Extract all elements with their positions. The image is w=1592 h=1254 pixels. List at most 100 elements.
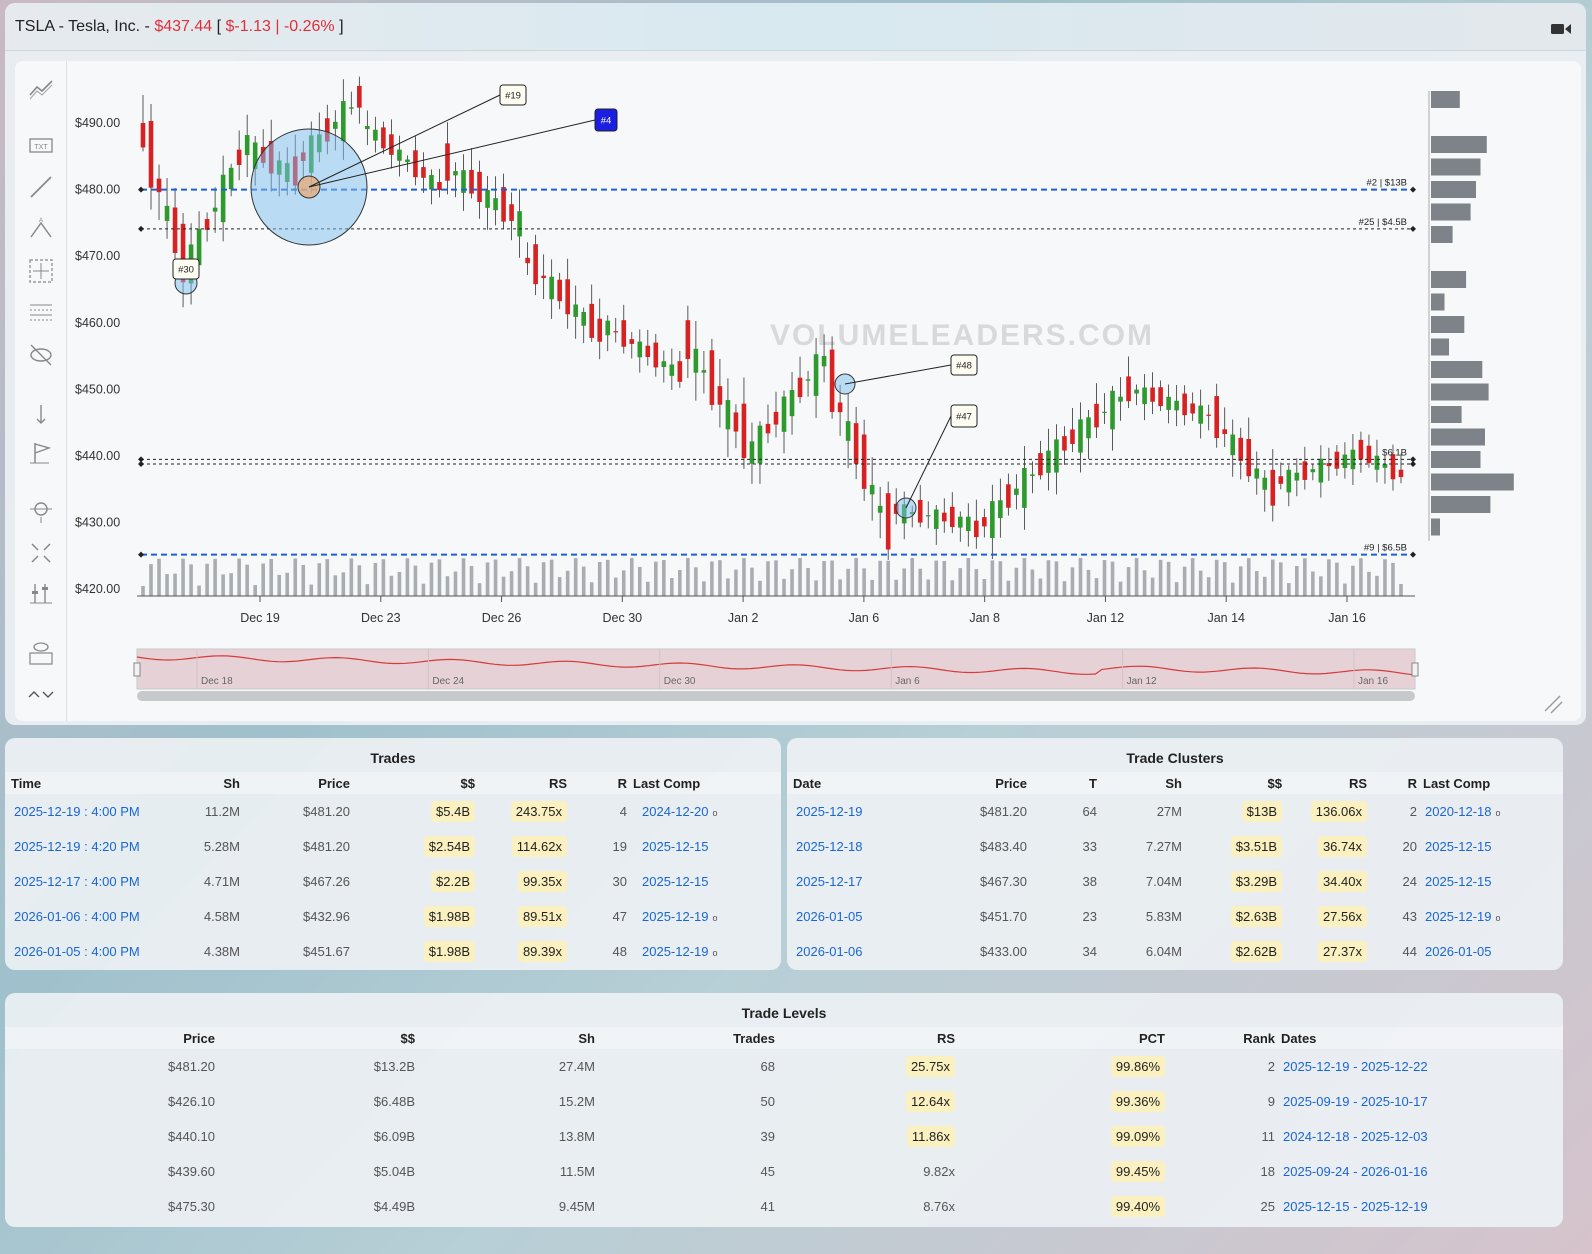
cluster-last-comp[interactable]: 2025-12-19 (1425, 909, 1492, 924)
col-last-comp[interactable]: Last Comp (627, 772, 781, 794)
cluster-last-comp-cell: 2025-12-15 (1417, 864, 1563, 899)
cluster-rank: 43 (1402, 909, 1417, 924)
trade-dollars: $2.54B (423, 836, 475, 857)
col-sh[interactable]: Sh (1097, 772, 1182, 794)
col-sh[interactable]: Sh (415, 1027, 595, 1049)
video-camera-icon[interactable] (1550, 21, 1572, 37)
volume-profile-bar (1431, 203, 1471, 221)
col-rs[interactable]: RS (775, 1027, 955, 1049)
cluster-row[interactable]: 2026-01-06 $433.00 34 6.04M $2.62B 27.37x 44 20… (787, 934, 1563, 969)
trade-time[interactable]: 2025-12-19 : 4:20 PM (14, 839, 140, 854)
col-price[interactable]: Price (5, 1027, 215, 1049)
close-bracket: ] (339, 18, 344, 35)
cluster-date[interactable]: 2025-12-19 (796, 804, 863, 819)
col-pct[interactable]: PCT (955, 1027, 1165, 1049)
resize-handle-icon[interactable] (1544, 695, 1563, 714)
trade-last-comp[interactable]: 2024-12-20 (642, 804, 709, 819)
cluster-last-comp[interactable]: 2026-01-05 (1425, 944, 1492, 959)
trade-row[interactable]: 2026-01-06 : 4:00 PM 4.58M $432.96 $1.98B 89… (5, 899, 781, 934)
col-time[interactable]: Time (5, 772, 155, 794)
level-row[interactable]: $440.10 $6.09B 13.8M 39 11.86x 99.09% 11 2024-1… (5, 1119, 1563, 1154)
col-trades[interactable]: Trades (595, 1027, 775, 1049)
navigator-handle-left[interactable] (133, 662, 141, 677)
col-rs[interactable]: RS (475, 772, 567, 794)
level-rank-cell: 25 (1165, 1189, 1275, 1224)
cluster-row[interactable]: 2025-12-19 $481.20 64 27M $13B 136.06x 2 2020-1… (787, 794, 1563, 829)
trade-time-cell: 2026-01-05 : 4:00 PM (5, 934, 155, 969)
col-date[interactable]: Date (787, 772, 927, 794)
trade-last-comp[interactable]: 2025-12-15 (642, 874, 709, 889)
volume-bar (477, 583, 482, 596)
col-price[interactable]: Price (927, 772, 1027, 794)
volume-bar (1182, 566, 1187, 596)
level-rank: 2 (1267, 1059, 1275, 1074)
trade-row[interactable]: 2025-12-19 : 4:00 PM 11.2M $481.20 $5.4B 243… (5, 794, 781, 829)
level-dates[interactable]: 2025-12-19 - 2025-12-22 (1283, 1059, 1428, 1074)
price-chart[interactable]: TXT A VOLUMELEADERS.COM $490.00 $480.00 $4… (15, 61, 1581, 721)
volume-bar (1046, 560, 1051, 596)
level-dates[interactable]: 2024-12-18 - 2025-12-03 (1283, 1129, 1428, 1144)
col-rank[interactable]: Rank (1165, 1027, 1275, 1049)
cluster-last-comp[interactable]: 2020-12-18 (1425, 804, 1492, 819)
trade-time[interactable]: 2025-12-19 : 4:00 PM (14, 804, 140, 819)
col-rs[interactable]: RS (1282, 772, 1367, 794)
cluster-row[interactable]: 2025-12-17 $467.30 38 7.04M $3.29B 34.40x 24 20… (787, 864, 1563, 899)
cluster-row[interactable]: 2025-12-18 $483.40 33 7.27M $3.51B 36.74x 20 20… (787, 829, 1563, 864)
candle-body (925, 515, 931, 517)
col-t[interactable]: T (1027, 772, 1097, 794)
candle-body (749, 441, 755, 464)
candlestick-chart[interactable]: $490.00 $480.00 $470.00 $460.00 $450.00 $440.… (15, 61, 1581, 721)
col-dollars[interactable]: $$ (1182, 772, 1282, 794)
trade-row[interactable]: 2025-12-19 : 4:20 PM 5.28M $481.20 $2.54B 11… (5, 829, 781, 864)
level-row[interactable]: $475.30 $4.49B 9.45M 41 8.76x 99.40% 25 2025-12… (5, 1189, 1563, 1224)
col-dollars[interactable]: $$ (215, 1027, 415, 1049)
candle-body (1022, 468, 1027, 508)
trade-row[interactable]: 2025-12-17 : 4:00 PM 4.71M $467.26 $2.2B 99.… (5, 864, 781, 899)
navigator-scrollbar[interactable] (137, 691, 1415, 701)
level-price-cell: $426.10 (5, 1084, 215, 1119)
trade-last-comp[interactable]: 2025-12-19 (642, 909, 709, 924)
cluster-date[interactable]: 2026-01-05 (796, 909, 863, 924)
col-sh[interactable]: Sh (155, 772, 240, 794)
candle-body (941, 512, 947, 522)
trade-shares-cell: 4.38M (155, 934, 240, 969)
trade-dollars: $5.4B (431, 801, 475, 822)
trade-row[interactable]: 2026-01-05 : 4:00 PM 4.38M $451.67 $1.98B 89… (5, 934, 781, 969)
volume-bar (822, 561, 826, 596)
level-row[interactable]: $439.60 $5.04B 11.5M 45 9.82x 99.45% 18 2025-09… (5, 1154, 1563, 1189)
trade-last-comp[interactable]: 2025-12-15 (642, 839, 709, 854)
level-dates[interactable]: 2025-12-15 - 2025-12-19 (1283, 1199, 1428, 1214)
navigator-tick-label: Dec 18 (201, 676, 233, 687)
cluster-date[interactable]: 2025-12-18 (796, 839, 863, 854)
trade-time[interactable]: 2025-12-17 : 4:00 PM (14, 874, 140, 889)
level-row[interactable]: $481.20 $13.2B 27.4M 68 25.75x 99.86% 2 2025-12… (5, 1049, 1563, 1084)
trade-rs: 89.39x (517, 941, 567, 962)
candle-body (645, 345, 651, 358)
candle-body (741, 403, 747, 459)
volume-bar (245, 564, 249, 596)
volume-bar (958, 568, 963, 596)
level-row[interactable]: $426.10 $6.48B 15.2M 50 12.64x 99.36% 9 2025-09… (5, 1084, 1563, 1119)
cluster-date[interactable]: 2026-01-06 (796, 944, 863, 959)
volume-bar (325, 559, 330, 596)
col-last-comp[interactable]: Last Comp (1417, 772, 1563, 794)
volume-bar (517, 558, 522, 596)
candle-body (701, 370, 707, 373)
trade-time[interactable]: 2026-01-06 : 4:00 PM (14, 909, 140, 924)
col-dates[interactable]: Dates (1275, 1027, 1563, 1049)
navigator-handle-right[interactable] (1411, 662, 1419, 677)
trade-last-comp[interactable]: 2025-12-19 (642, 944, 709, 959)
col-price[interactable]: Price (240, 772, 350, 794)
col-r[interactable]: R (1367, 772, 1417, 794)
trade-time[interactable]: 2026-01-05 : 4:00 PM (14, 944, 140, 959)
cluster-date[interactable]: 2025-12-17 (796, 874, 863, 889)
volume-bar (1230, 582, 1235, 596)
level-dates[interactable]: 2025-09-24 - 2026-01-16 (1283, 1164, 1428, 1179)
cluster-last-comp[interactable]: 2025-12-15 (1425, 874, 1492, 889)
level-dates[interactable]: 2025-09-19 - 2025-10-17 (1283, 1094, 1428, 1109)
cluster-last-comp[interactable]: 2025-12-15 (1425, 839, 1492, 854)
y-tick-label: $430.00 (75, 516, 120, 530)
col-dollars[interactable]: $$ (350, 772, 475, 794)
col-r[interactable]: R (567, 772, 627, 794)
cluster-row[interactable]: 2026-01-05 $451.70 23 5.83M $2.63B 27.56x 43 20… (787, 899, 1563, 934)
